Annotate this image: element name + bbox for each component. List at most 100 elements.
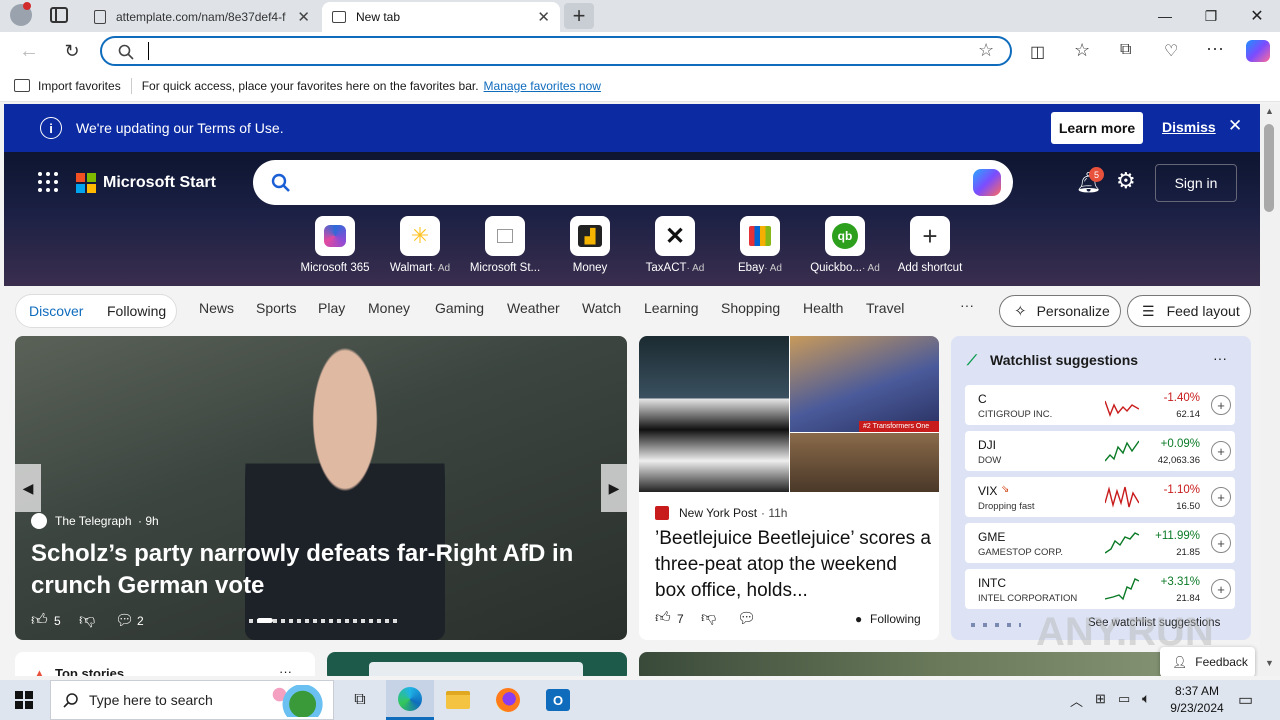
close-window-button[interactable]: ✕ <box>1234 0 1280 32</box>
taskbar-edge[interactable] <box>386 680 434 720</box>
page-scrollbar[interactable]: ▲ ▼ <box>1260 104 1280 676</box>
category-money[interactable]: Money <box>368 300 410 316</box>
like-icon[interactable]: 👍︎ <box>31 611 48 630</box>
task-view-button[interactable]: ⧉ <box>336 680 384 720</box>
address-bar[interactable]: ☆ <box>100 36 1012 66</box>
add-to-watchlist-button[interactable]: + <box>1211 579 1231 599</box>
carousel-next-button[interactable]: ▶ <box>601 464 627 512</box>
category-watch[interactable]: Watch <box>582 300 621 316</box>
category-sports[interactable]: Sports <box>256 300 296 316</box>
tab-following[interactable]: Following <box>107 303 166 319</box>
close-tab-icon[interactable]: ✕ <box>297 8 310 26</box>
taskbar-outlook[interactable]: O <box>534 680 582 720</box>
add-to-watchlist-button[interactable]: + <box>1211 395 1231 415</box>
stock-row[interactable]: C CITIGROUP INC. -1.40% 62.14 + <box>965 385 1235 425</box>
add-to-watchlist-button[interactable]: + <box>1211 487 1231 507</box>
scroll-thumb[interactable] <box>1264 124 1274 212</box>
following-label[interactable]: Following <box>870 612 921 626</box>
stock-row[interactable]: GME GAMESTOP CORP. +11.99% 21.85 + <box>965 523 1235 563</box>
copilot-icon[interactable] <box>1246 40 1270 62</box>
start-button[interactable] <box>0 680 48 720</box>
taskbar-firefox[interactable] <box>484 680 532 720</box>
quick-link-microsoft-store[interactable]: Microsoft St... <box>465 216 545 274</box>
taskbar-search-box[interactable]: Type here to search <box>50 680 334 720</box>
address-input[interactable] <box>148 41 948 61</box>
comment-icon[interactable]: 💬︎ <box>737 609 756 627</box>
tab-discover[interactable]: Discover <box>29 303 83 319</box>
manage-favorites-link[interactable]: Manage favorites now <box>484 79 601 93</box>
collections-icon[interactable]: ⧉ <box>1120 41 1131 59</box>
copilot-icon[interactable] <box>973 169 1001 196</box>
stock-row[interactable]: VIX ⇘ Dropping fast -1.10% 16.50 + <box>965 477 1235 517</box>
feed-layout-button[interactable]: ☰ Feed layout <box>1127 295 1251 327</box>
minimize-button[interactable]: — <box>1142 0 1188 32</box>
category-shopping[interactable]: Shopping <box>721 300 780 316</box>
tab-attemplate[interactable]: attemplate.com/nam/8e37def4-f ✕ <box>84 2 320 32</box>
promo-card[interactable] <box>327 652 627 676</box>
side-story-card[interactable]: #2 Transformers One New York Post · 11h … <box>639 336 939 640</box>
refresh-button[interactable]: ↻ <box>57 37 87 65</box>
category-health[interactable]: Health <box>803 300 843 316</box>
restore-button[interactable]: ❐ <box>1188 0 1234 32</box>
split-screen-icon[interactable]: ◫ <box>1030 42 1045 62</box>
stock-row[interactable]: INTC INTEL CORPORATION +3.31% 21.84 + <box>965 569 1235 609</box>
like-icon[interactable]: 👍︎ <box>655 609 671 627</box>
tab-new-tab[interactable]: New tab ✕ <box>322 2 560 32</box>
quick-link-quickbooks[interactable]: qb Quickbo...· Ad <box>805 216 885 274</box>
quick-link-microsoft-365[interactable]: Microsoft 365 <box>295 216 375 274</box>
taskbar-time[interactable]: 8:37 AM <box>1172 684 1222 698</box>
import-favorites-button[interactable]: Import favorites <box>38 79 121 93</box>
back-button[interactable]: ← <box>14 37 44 65</box>
brand-title[interactable]: Microsoft Start <box>103 174 216 192</box>
profile-avatar[interactable] <box>10 2 32 26</box>
category-weather[interactable]: Weather <box>507 300 560 316</box>
more-menu-icon[interactable]: ··· <box>1206 38 1224 59</box>
quick-link-walmart[interactable]: ✳ Walmart· Ad <box>380 216 460 274</box>
category-learning[interactable]: Learning <box>644 300 699 316</box>
category-play[interactable]: Play <box>318 300 345 316</box>
favorites-icon[interactable]: ☆ <box>1074 40 1090 61</box>
quick-link-ebay[interactable]: Ebay· Ad <box>720 216 800 274</box>
top-stories-more-icon[interactable]: ··· <box>279 664 292 676</box>
taskbar-date[interactable]: 9/23/2024 <box>1166 701 1228 715</box>
hero-headline[interactable]: Scholz’s party narrowly defeats far-Righ… <box>31 538 591 602</box>
watchlist-more-icon[interactable]: ··· <box>1213 350 1227 366</box>
add-shortcut-button[interactable]: + Add shortcut <box>890 216 970 274</box>
dismiss-link[interactable]: Dismiss <box>1162 119 1216 135</box>
add-to-watchlist-button[interactable]: + <box>1211 441 1231 461</box>
quick-link-money[interactable]: ▟ Money <box>550 216 630 274</box>
dislike-icon[interactable]: 👎︎ <box>701 609 716 627</box>
dislike-icon[interactable]: 👎︎ <box>79 611 95 630</box>
tray-chevron-icon[interactable]: ︿ <box>1070 691 1083 710</box>
comment-icon[interactable]: 💬︎ <box>115 611 134 629</box>
close-tab-icon[interactable]: ✕ <box>537 8 550 26</box>
add-to-watchlist-button[interactable]: + <box>1211 533 1231 553</box>
sign-in-button[interactable]: Sign in <box>1155 164 1237 202</box>
taskbar-file-explorer[interactable] <box>434 680 482 720</box>
learn-more-button[interactable]: Learn more <box>1051 112 1143 144</box>
scroll-up-arrow[interactable]: ▲ <box>1265 106 1274 116</box>
close-banner-icon[interactable]: ✕ <box>1228 116 1242 136</box>
hero-story-card[interactable]: ◀ ▶ The Telegraph · 9h Scholz’s party na… <box>15 336 627 640</box>
volume-icon[interactable]: 🔈︎ <box>1142 690 1150 707</box>
watchlist-page-dots[interactable] <box>971 623 1021 627</box>
scroll-down-arrow[interactable]: ▼ <box>1265 658 1274 668</box>
category-news[interactable]: News <box>199 300 234 316</box>
tray-app-icon[interactable]: ⊞ <box>1095 691 1106 707</box>
category-gaming[interactable]: Gaming <box>435 300 484 316</box>
personalize-button[interactable]: ✧ Personalize <box>999 295 1121 327</box>
stock-row[interactable]: DJI DOW +0.09% 42,063.36 + <box>965 431 1235 471</box>
quick-link-taxact[interactable]: ✕ TaxACT· Ad <box>635 216 715 274</box>
app-launcher-icon[interactable] <box>38 172 58 192</box>
category-travel[interactable]: Travel <box>866 300 904 316</box>
carousel-prev-button[interactable]: ◀ <box>15 464 41 512</box>
new-tab-button[interactable]: + <box>564 3 594 29</box>
browser-essentials-icon[interactable]: ♡ <box>1164 41 1178 61</box>
tab-actions-icon[interactable] <box>50 7 68 23</box>
more-categories-icon[interactable]: ··· <box>960 297 974 313</box>
settings-gear-icon[interactable]: ⚙ <box>1116 168 1136 194</box>
side-headline[interactable]: ’Beetlejuice Beetlejuice’ scores a three… <box>655 526 931 604</box>
web-search-box[interactable] <box>253 160 1013 205</box>
favorite-star-icon[interactable]: ☆ <box>978 40 994 61</box>
network-icon[interactable]: ▭ <box>1118 691 1130 707</box>
